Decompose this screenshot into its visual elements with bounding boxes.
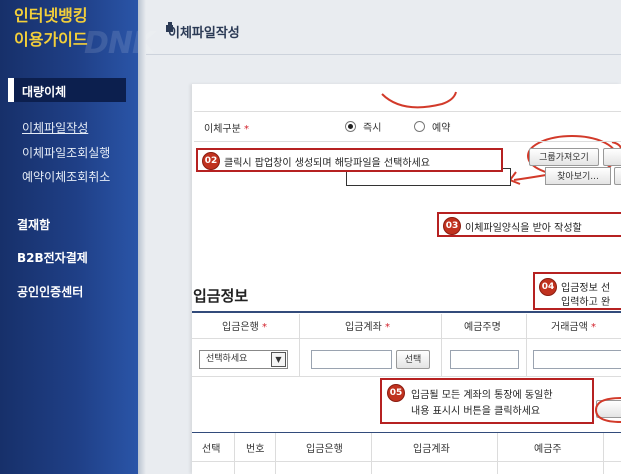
list-column-divider (275, 433, 276, 474)
amount-input[interactable] (533, 350, 621, 369)
list-header-account: 입금계좌 (413, 444, 450, 455)
column-divider (441, 314, 442, 376)
column-divider (526, 314, 527, 376)
callout-text-line-1: 입금될 모든 계좌의 통장에 동일한 (411, 390, 553, 401)
page-title: 이체파일작성 (168, 26, 240, 41)
annotation-circle-display (594, 397, 621, 423)
annotation-arrow-head (508, 171, 521, 185)
extra-button-partial[interactable] (603, 148, 621, 166)
column-divider (299, 314, 300, 376)
chevron-down-icon[interactable]: ▼ (271, 352, 286, 367)
sidebar-subitem-query-execute[interactable]: 이체파일조회실행 (22, 144, 110, 161)
list-header-select: 선택 (202, 444, 221, 455)
required-mark: * (591, 322, 596, 333)
transfer-type-label: 이체구분 * (204, 120, 249, 135)
required-mark: * (262, 322, 267, 333)
callout-number: 03 (443, 217, 461, 235)
required-mark: * (385, 322, 390, 333)
callout-text-line-1: 입금정보 선 (561, 283, 611, 294)
annotation-strokes (381, 91, 621, 185)
callout-text-line-2: 내용 표시시 버튼을 클릭하세요 (411, 406, 541, 417)
extra-button-partial-2[interactable] (614, 167, 621, 185)
callout-02: 02 클릭시 팝업창이 생성되며 해당파일을 선택하세요 (196, 148, 503, 172)
annotation-arc-top (381, 91, 457, 109)
sidebar-subitem-create-file[interactable]: 이체파일작성 (22, 119, 88, 136)
callout-text-line-2: 입력하고 완 (561, 297, 611, 308)
callout-number: 02 (202, 152, 220, 170)
sidebar-item-approval[interactable]: 결재함 (17, 216, 50, 233)
holder-input[interactable] (450, 350, 519, 369)
header-deposit-bank: 입금은행 * (222, 318, 267, 333)
list-table-top-border (192, 432, 621, 433)
header-text: 입금은행 (222, 322, 259, 333)
radio-immediate[interactable] (345, 121, 356, 132)
callout-04: 04 입금정보 선 입력하고 완 (533, 272, 621, 310)
transfer-type-label-text: 이체구분 (204, 124, 241, 135)
sidebar-item-bulk-transfer[interactable]: 대량이체 (8, 78, 126, 102)
radio-scheduled-label: 예약 (432, 123, 451, 134)
brand-line-1: 인터넷뱅킹 (14, 6, 88, 25)
sidebar-item-certificate[interactable]: 공인인증센터 (17, 283, 83, 300)
list-column-divider (497, 433, 498, 474)
header-row-divider (192, 338, 621, 339)
callout-number: 05 (387, 384, 405, 402)
header-amount: 거래금액 * (551, 318, 596, 333)
header-text: 거래금액 (551, 322, 588, 333)
header-deposit-account: 입금계좌 * (345, 318, 390, 333)
radio-immediate-label: 즉시 (363, 123, 382, 134)
sidebar: DNK 인터넷뱅킹 이용가이드 대량이체 이체파일작성 이체파일조회실행 예약이… (0, 0, 155, 474)
sidebar-item-label: 대량이체 (22, 85, 67, 99)
annotation-arc (594, 397, 621, 423)
callout-number: 04 (539, 278, 557, 296)
transfer-type-row (194, 111, 621, 142)
header-account-holder: 예금주명 (464, 322, 501, 333)
title-divider (146, 54, 621, 55)
deposit-table-top-border (192, 311, 621, 313)
account-input[interactable] (311, 350, 392, 369)
list-header-number: 번호 (246, 444, 265, 455)
required-mark: * (244, 124, 249, 135)
radio-scheduled[interactable] (414, 121, 425, 132)
brand-title: 인터넷뱅킹 이용가이드 (14, 4, 88, 52)
deposit-section-title: 입금정보 (193, 287, 249, 305)
list-column-divider (234, 433, 235, 474)
bank-select-value: 선택하세요 (206, 354, 248, 364)
list-column-divider (371, 433, 372, 474)
list-header-holder: 예금주 (534, 444, 562, 455)
callout-03: 03 이체파일양식을 받아 작성할 (437, 212, 621, 237)
callout-text: 이체파일양식을 받아 작성할 (465, 223, 582, 234)
list-header-divider (192, 461, 621, 462)
brand-line-2: 이용가이드 (14, 30, 88, 49)
bank-select[interactable]: 선택하세요 ▼ (199, 350, 288, 369)
input-row-divider (192, 376, 621, 377)
callout-05: 05 입금될 모든 계좌의 통장에 동일한 내용 표시시 버튼을 클릭하세요 (380, 378, 594, 424)
list-header-bank: 입금은행 (306, 444, 343, 455)
sidebar-shadow (138, 0, 146, 474)
group-import-button[interactable]: 그룹가져오기 (529, 148, 599, 166)
list-column-divider (603, 433, 604, 474)
sidebar-subitem-scheduled-cancel[interactable]: 예약이체조회취소 (22, 168, 110, 185)
header-text: 입금계좌 (345, 322, 382, 333)
browse-button[interactable]: 찾아보기... (545, 167, 611, 185)
callout-text: 클릭시 팝업창이 생성되며 해당파일을 선택하세요 (224, 158, 430, 169)
sidebar-item-b2b[interactable]: B2B전자결제 (17, 249, 88, 266)
account-select-button[interactable]: 선택 (396, 350, 430, 369)
